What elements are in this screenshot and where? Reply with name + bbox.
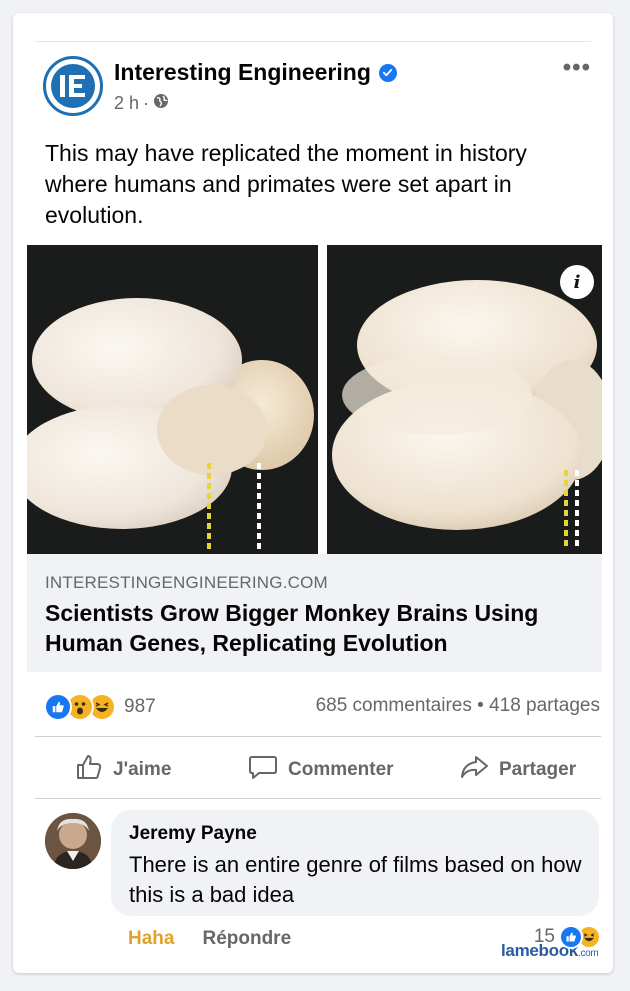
share-arrow-icon (459, 753, 499, 787)
ellipsis-icon: ••• (562, 54, 591, 81)
actions-divider-bottom (35, 798, 601, 799)
like-icon (559, 925, 583, 949)
more-options-button[interactable]: ••• (563, 56, 591, 80)
link-preview[interactable]: INTERESTINGENGINEERING.COM Scientists Gr… (27, 554, 602, 672)
speech-bubble-icon (248, 753, 288, 787)
reaction-count: 987 (124, 696, 156, 717)
post-time[interactable]: 2 h (114, 93, 139, 114)
brain-photo-right: i (327, 245, 602, 554)
comment-actions: Haha Répondre (128, 928, 291, 950)
link-domain: INTERESTINGENGINEERING.COM (45, 573, 328, 592)
share-button[interactable]: Partager (459, 753, 576, 787)
brain-photo-left (27, 245, 318, 554)
share-label: Partager (499, 759, 577, 780)
post-card: Interesting Engineering 2 h · ••• This m… (13, 13, 613, 973)
comments-shares-count[interactable]: 685 commentaires • 418 partages (316, 695, 600, 717)
comment-author[interactable]: Jeremy Payne (129, 823, 257, 845)
post-image[interactable]: i (27, 245, 602, 554)
reply-link[interactable]: Répondre (202, 928, 291, 950)
thumbs-up-icon (75, 753, 113, 787)
globe-icon[interactable] (153, 93, 169, 114)
verified-check-icon (378, 63, 397, 82)
link-title: Scientists Grow Bigger Monkey Brains Usi… (45, 600, 539, 656)
info-icon: i (573, 271, 581, 293)
like-icon (44, 693, 72, 721)
info-button[interactable]: i (560, 265, 594, 299)
like-label: J'aime (113, 759, 172, 780)
page-name-row: Interesting Engineering (114, 59, 397, 86)
comment-bubble: Jeremy Payne There is an entire genre of… (111, 810, 599, 916)
actions-divider-top (35, 736, 601, 737)
avatar[interactable] (45, 813, 101, 869)
page-name-link[interactable]: Interesting Engineering (114, 59, 371, 86)
reactions-summary[interactable]: 987 (44, 693, 156, 721)
top-divider (35, 41, 591, 42)
like-button[interactable]: J'aime (75, 753, 171, 787)
page-avatar[interactable] (43, 56, 103, 116)
watermark-suffix: .com (577, 948, 599, 959)
meta-separator: · (143, 93, 150, 113)
post-meta: 2 h · (114, 93, 169, 114)
IE-logo-icon (51, 64, 95, 108)
comment-label: Commenter (288, 759, 394, 780)
comment-text: There is an entire genre of films based … (129, 852, 582, 907)
post-text: This may have replicated the moment in h… (45, 140, 527, 228)
comment-reaction-link[interactable]: Haha (128, 928, 174, 950)
comment-button[interactable]: Commenter (248, 753, 394, 787)
